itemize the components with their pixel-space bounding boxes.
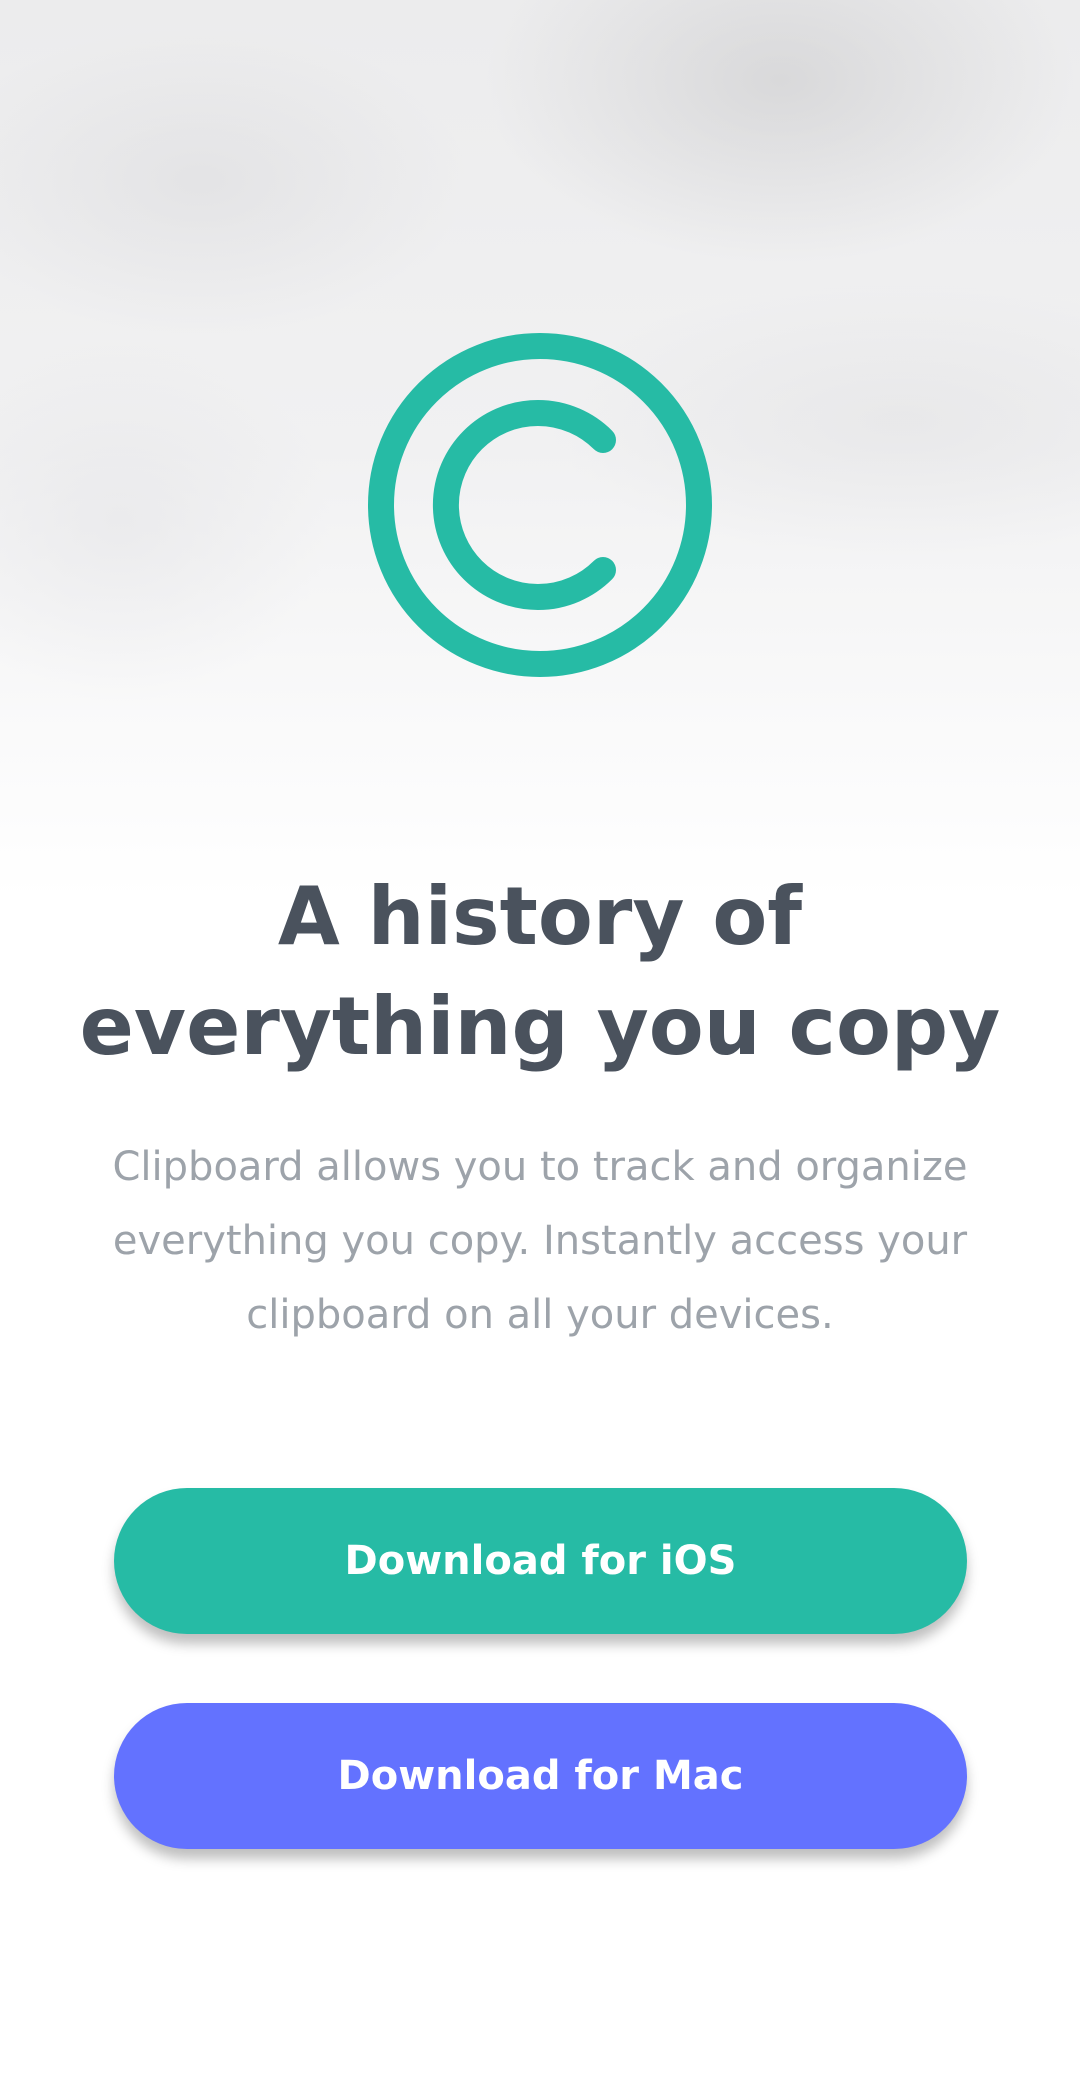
description-line-2: everything you copy. Instantly access yo… (112, 1218, 968, 1264)
copyright-circle-icon (368, 333, 712, 677)
description-line-3: clipboard on all your devices. (246, 1292, 834, 1338)
page-title: A history of everything you copy (60, 862, 1020, 1082)
description-line-1: Clipboard allows you to track and organi… (112, 1144, 968, 1190)
headline-line-1: A history of (277, 870, 803, 963)
download-ios-button[interactable]: Download for iOS (114, 1488, 967, 1634)
download-mac-label: Download for Mac (337, 1753, 744, 1799)
logo-svg (368, 333, 712, 677)
headline-line-2: everything you copy (79, 980, 1001, 1073)
download-ios-label: Download for iOS (344, 1538, 737, 1584)
download-mac-button[interactable]: Download for Mac (114, 1703, 967, 1849)
description: Clipboard allows you to track and organi… (90, 1130, 990, 1352)
